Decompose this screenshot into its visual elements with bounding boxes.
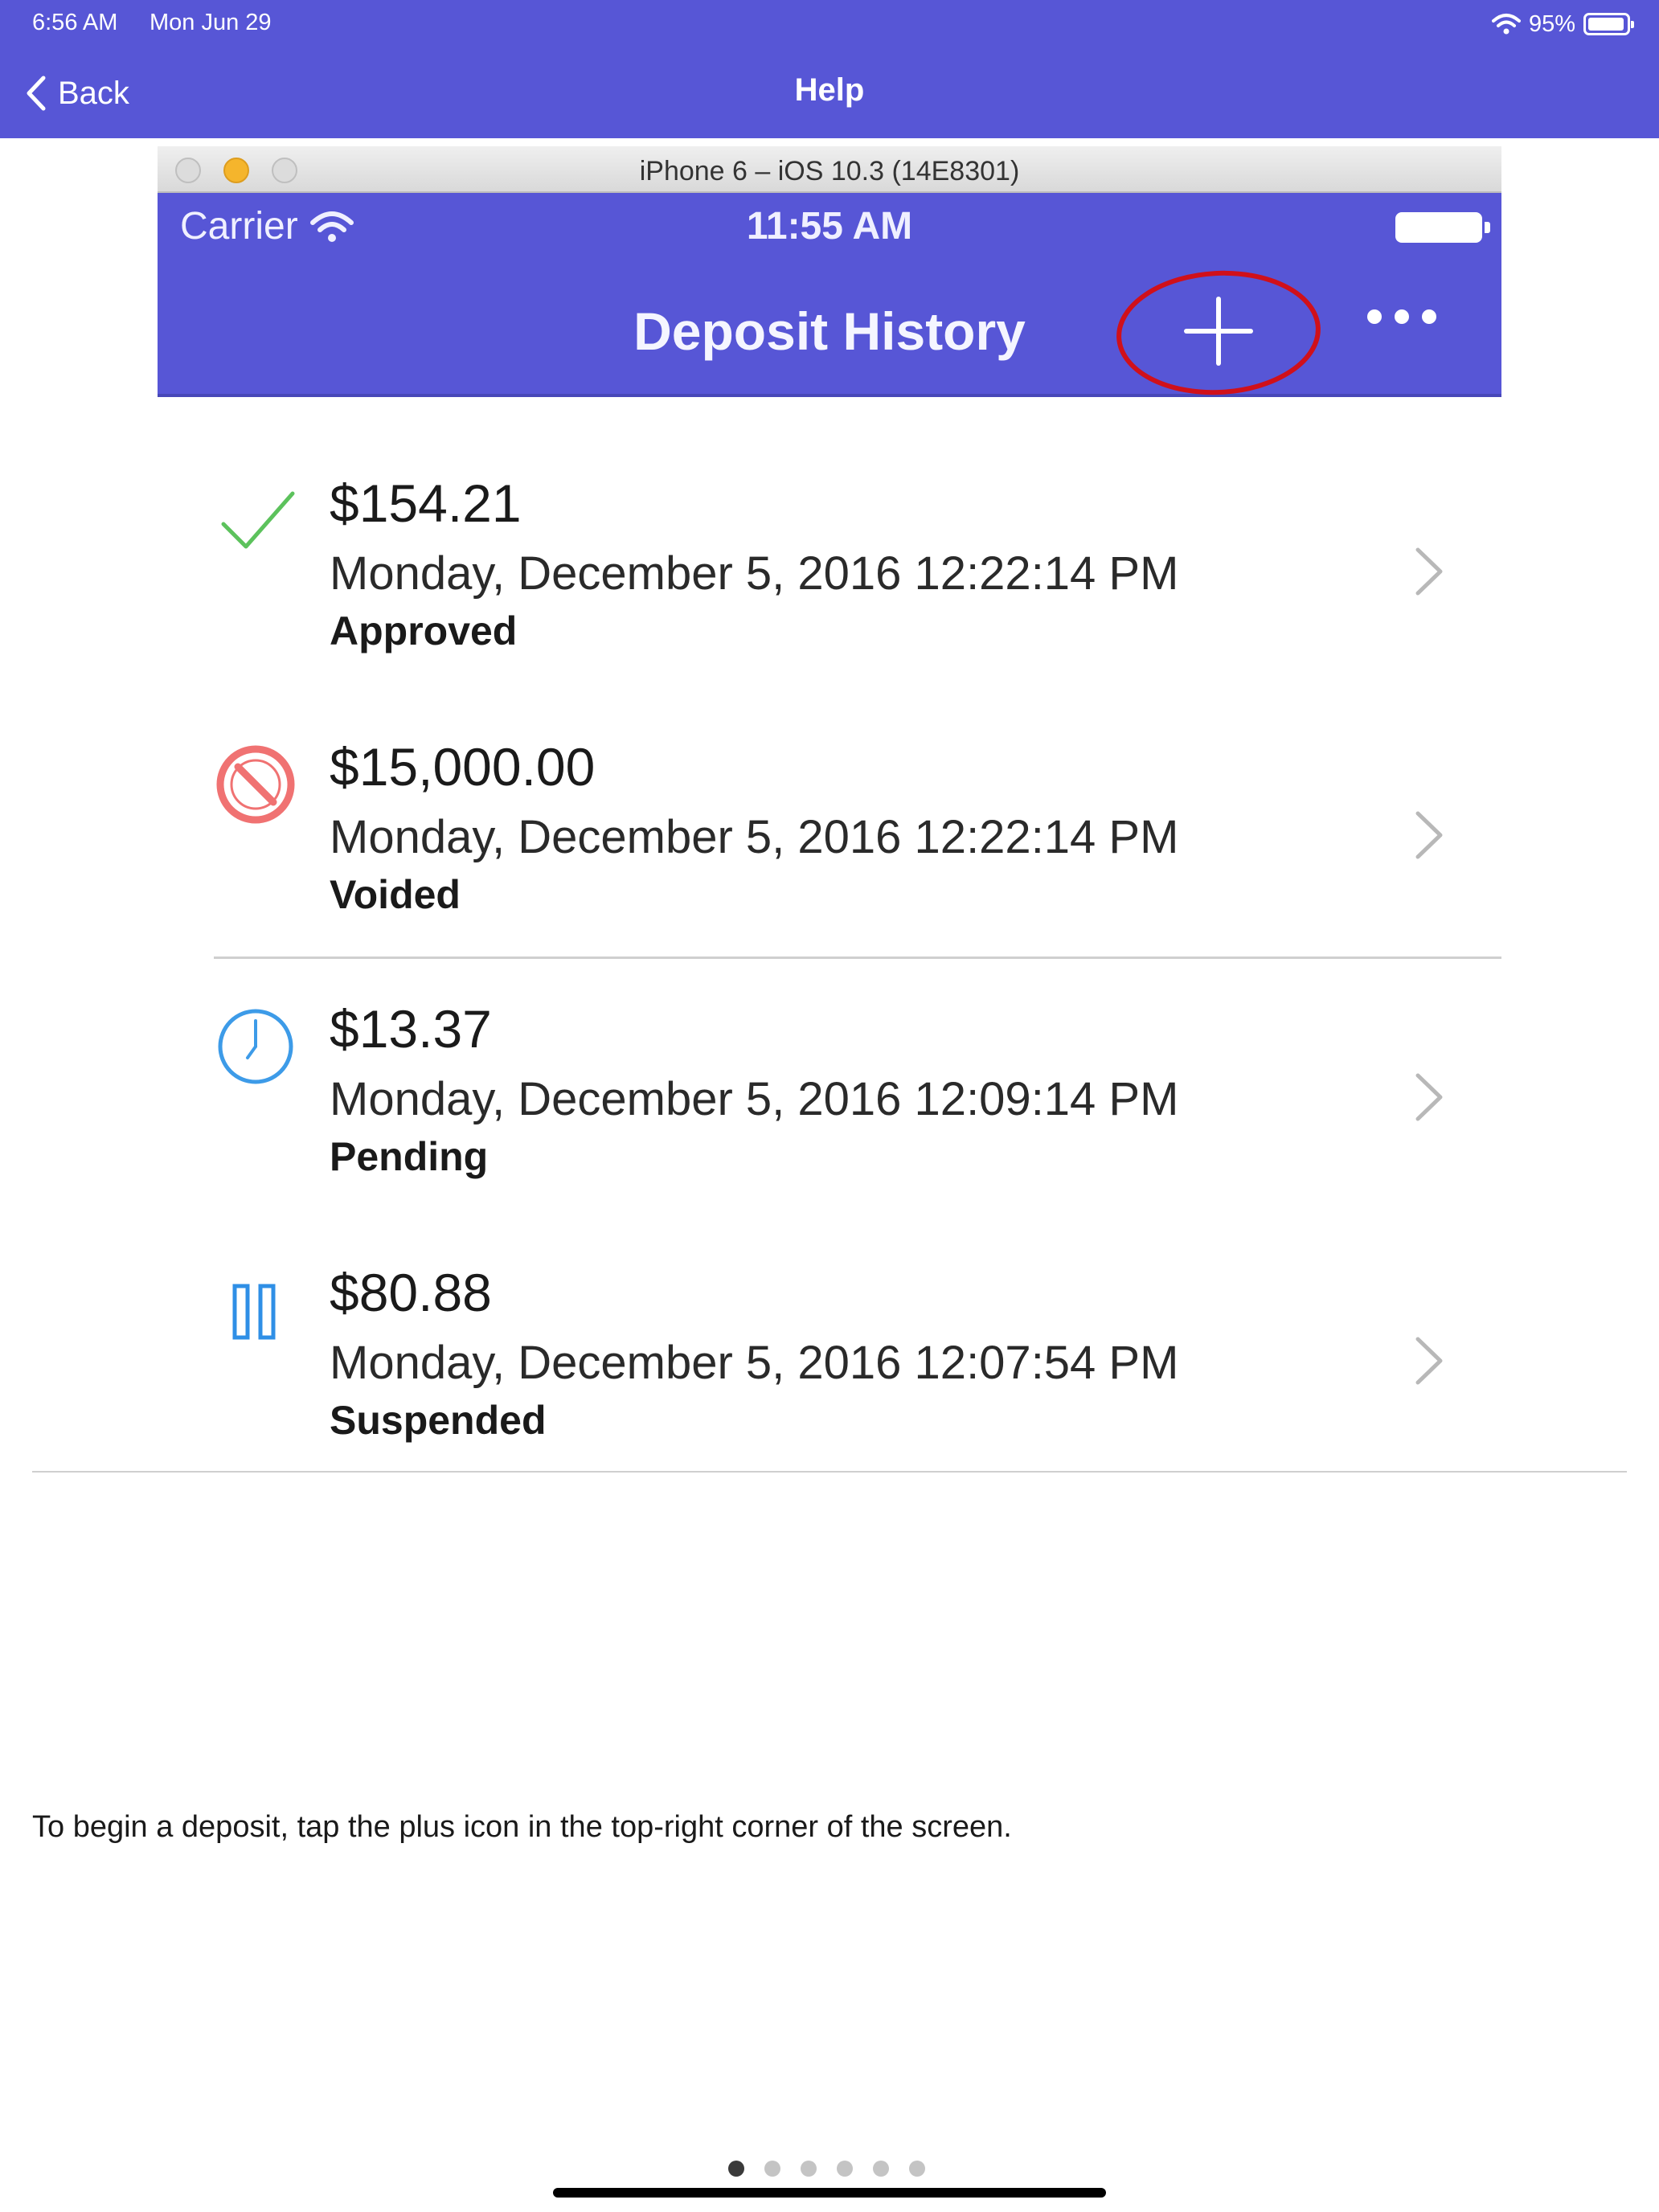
deposit-amount: $13.37: [330, 999, 492, 1059]
deposit-status: Approved: [330, 608, 518, 653]
page-dot[interactable]: [728, 2161, 744, 2177]
chevron-right-icon: [1415, 547, 1443, 596]
page-dot[interactable]: [873, 2161, 889, 2177]
battery-level: [1588, 18, 1624, 31]
simulated-time: 11:55 AM: [746, 205, 913, 248]
app-header: 6:56 AM Mon Jun 29 95% Back Help: [0, 0, 1659, 138]
clock-icon: [218, 1009, 293, 1084]
chevron-right-icon: [1415, 1073, 1443, 1121]
deposit-date: Monday, December 5, 2016 12:09:14 PM: [330, 1073, 1179, 1125]
battery-icon: [1395, 212, 1490, 243]
screenshot-divider: [32, 1471, 1627, 1473]
wifi-icon: [1491, 14, 1521, 35]
status-indicators: 95%: [1491, 8, 1634, 40]
status-date: Mon Jun 29: [150, 10, 272, 35]
more-icon: [1367, 309, 1436, 324]
deposit-date: Monday, December 5, 2016 12:07:54 PM: [330, 1337, 1179, 1389]
deposit-date: Monday, December 5, 2016 12:22:14 PM: [330, 547, 1179, 600]
deposit-amount: $15,000.00: [330, 737, 596, 797]
list-item: $13.37 Monday, December 5, 2016 12:09:14…: [0, 976, 1659, 1233]
deposit-status: Voided: [330, 872, 461, 917]
page-indicator[interactable]: [728, 2161, 925, 2177]
deposit-amount: $80.88: [330, 1263, 492, 1322]
simulated-app-header: Carrier 11:55 AM Deposit History: [158, 193, 1501, 397]
deposit-status: Suspended: [330, 1398, 547, 1443]
list-divider: [214, 956, 1501, 959]
help-caption: To begin a deposit, tap the plus icon in…: [32, 1810, 1012, 1844]
simulator-title: iPhone 6 – iOS 10.3 (14E8301): [639, 156, 1020, 186]
deposit-amount: $154.21: [330, 473, 522, 533]
pause-icon: [232, 1284, 276, 1340]
home-indicator[interactable]: [553, 2188, 1106, 2198]
page-dot[interactable]: [837, 2161, 853, 2177]
deposit-status: Pending: [330, 1134, 489, 1179]
checkmark-icon: [221, 491, 295, 549]
chevron-right-icon: [1415, 1337, 1443, 1385]
page-title: Help: [794, 72, 865, 108]
battery-icon: [1583, 13, 1634, 35]
page-dot[interactable]: [764, 2161, 780, 2177]
deposit-date: Monday, December 5, 2016 12:22:14 PM: [330, 811, 1179, 863]
list-item: $15,000.00 Monday, December 5, 2016 12:2…: [0, 714, 1659, 971]
simulator-titlebar: iPhone 6 – iOS 10.3 (14E8301): [158, 146, 1501, 193]
prohibited-icon: [216, 745, 295, 824]
status-bar: 6:56 AM Mon Jun 29 95%: [0, 0, 1659, 45]
help-screenshot: iPhone 6 – iOS 10.3 (14E8301) Carrier 11…: [158, 146, 1501, 410]
navigation-bar: Back Help: [0, 56, 1659, 130]
chevron-right-icon: [1415, 811, 1443, 859]
list-item: $154.21 Monday, December 5, 2016 12:22:1…: [0, 450, 1659, 707]
status-time: 6:56 AM: [32, 10, 118, 35]
list-item: $80.88 Monday, December 5, 2016 12:07:54…: [0, 1239, 1659, 1497]
page-dot[interactable]: [801, 2161, 817, 2177]
plus-icon: [1116, 270, 1321, 395]
page-dot[interactable]: [909, 2161, 925, 2177]
battery-percent: 95%: [1528, 10, 1575, 37]
